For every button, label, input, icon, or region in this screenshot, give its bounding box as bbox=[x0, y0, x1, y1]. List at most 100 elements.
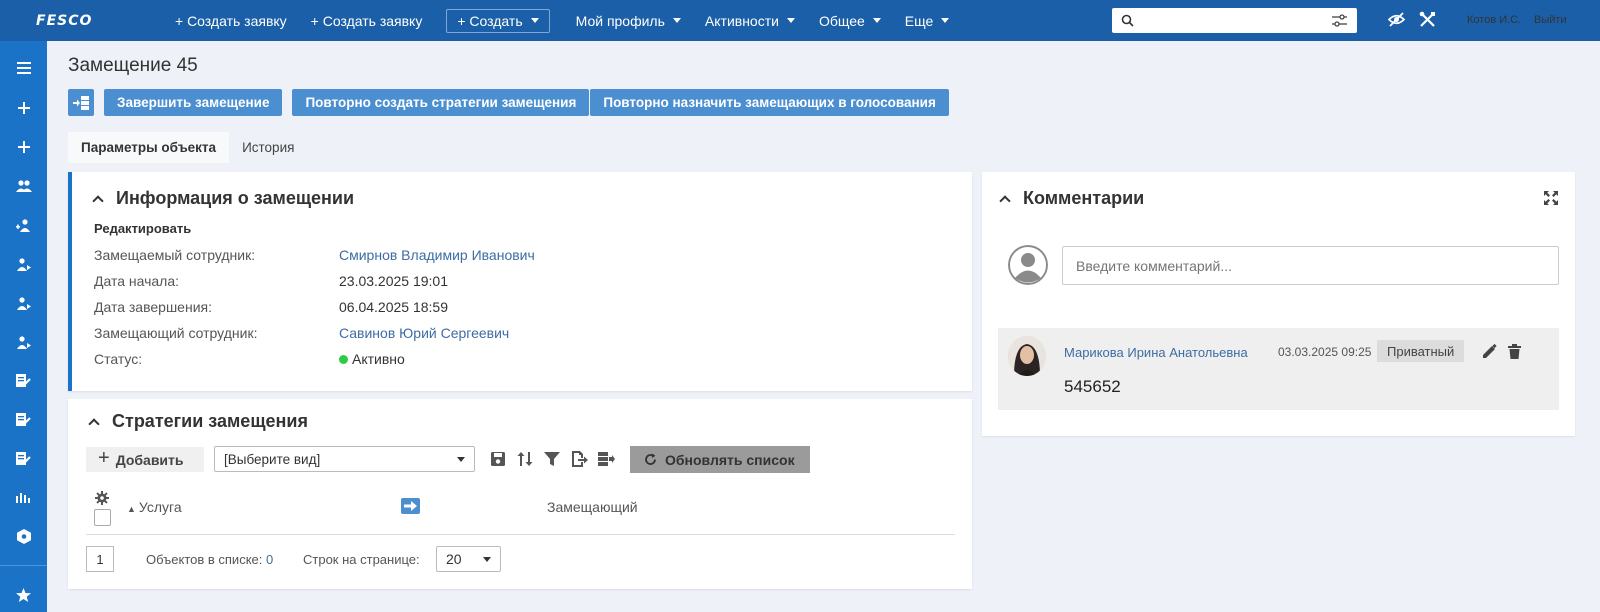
nav-create-request-1[interactable]: + Создать заявку bbox=[110, 0, 299, 41]
nav-my-profile[interactable]: Мой профиль bbox=[564, 0, 693, 41]
status-value: Активно bbox=[339, 351, 405, 367]
chevron-up-icon bbox=[88, 417, 100, 430]
field-value-start-date: 23.03.2025 19:01 bbox=[339, 273, 448, 289]
refresh-list-label: Обновлять список bbox=[665, 451, 795, 468]
objects-count-label: Объектов в списке: bbox=[146, 552, 263, 567]
field-value-replaced-employee[interactable]: Смирнов Владимир Иванович bbox=[339, 247, 535, 263]
finish-substitution-button[interactable]: Завершить замещение bbox=[104, 89, 283, 116]
user-arrow-icon bbox=[16, 257, 31, 271]
sidebar-item-settings[interactable] bbox=[0, 521, 47, 551]
refresh-list-button[interactable]: Обновлять список bbox=[630, 446, 810, 473]
column-header-substitute[interactable]: Замещающий bbox=[547, 499, 638, 515]
nav-more-label: Еще bbox=[904, 12, 934, 29]
status-text: Активно bbox=[352, 351, 405, 367]
plus-icon: + bbox=[98, 447, 110, 469]
recreate-strategies-button[interactable]: Повторно создать стратегии замещения bbox=[292, 89, 590, 116]
rows-per-page-value: 20 bbox=[446, 551, 462, 567]
sidebar-item-add-2[interactable] bbox=[0, 132, 47, 162]
expand-icon[interactable] bbox=[1543, 190, 1559, 206]
plus-icon bbox=[17, 102, 30, 114]
plus-icon bbox=[17, 141, 30, 153]
field-value-substitute-employee[interactable]: Савинов Юрий Сергеевич bbox=[339, 325, 509, 341]
save-icon[interactable] bbox=[489, 450, 507, 468]
tree-structure-icon bbox=[73, 95, 89, 110]
table-divider bbox=[86, 534, 955, 535]
sidebar-item-tasks-1[interactable] bbox=[0, 366, 47, 396]
user-avatar-icon bbox=[1008, 245, 1048, 285]
chevron-up-icon bbox=[999, 194, 1011, 207]
menu-icon bbox=[16, 62, 31, 74]
object-menu-button[interactable] bbox=[68, 89, 94, 116]
comment-text: 545652 bbox=[1064, 377, 1121, 396]
add-strategy-button[interactable]: + Добавить bbox=[86, 447, 204, 472]
field-value-end-date: 06.04.2025 18:59 bbox=[339, 299, 448, 315]
private-badge: Приватный bbox=[1377, 340, 1465, 362]
sidebar-item-tasks-2[interactable] bbox=[0, 405, 47, 435]
sidebar-item-user-arrow-3[interactable] bbox=[0, 327, 47, 357]
sidebar-item-add-1[interactable] bbox=[0, 93, 47, 123]
comment-input[interactable] bbox=[1062, 246, 1559, 285]
comment-author-avatar bbox=[1008, 336, 1046, 376]
sidebar-item-user-arrow-1[interactable] bbox=[0, 249, 47, 279]
strategies-card-header[interactable]: Стратегии замещения bbox=[88, 411, 308, 432]
sidebar-item-reports[interactable] bbox=[0, 482, 47, 512]
nav-activities[interactable]: Активности bbox=[693, 0, 807, 41]
add-strategy-label: Добавить bbox=[115, 451, 184, 468]
search-input[interactable] bbox=[1112, 8, 1357, 33]
edit-document-icon bbox=[16, 374, 31, 387]
top-icons bbox=[1388, 11, 1436, 28]
nav-create-label: + Создать bbox=[457, 12, 523, 29]
comments-card-header[interactable]: Комментарии bbox=[999, 188, 1145, 209]
chevron-down-icon bbox=[483, 557, 491, 562]
sidebar-item-user-arrow-2[interactable] bbox=[0, 288, 47, 318]
sidebar-menu-button[interactable] bbox=[0, 53, 47, 83]
comments-card-title: Комментарии bbox=[1023, 188, 1145, 208]
chevron-down-icon bbox=[786, 18, 795, 23]
sidebar-item-tasks-3[interactable] bbox=[0, 444, 47, 474]
select-all-checkbox[interactable] bbox=[94, 509, 111, 526]
status-dot bbox=[339, 355, 348, 364]
comments-card: Комментарии Марикова Ирина Анатольевна 0… bbox=[982, 172, 1575, 436]
arrow-right-icon bbox=[404, 501, 417, 511]
author-photo bbox=[1008, 336, 1046, 376]
chevron-up-icon bbox=[92, 194, 104, 207]
move-column-button[interactable] bbox=[401, 498, 420, 514]
user-name[interactable]: Котов И.С. bbox=[1467, 14, 1521, 26]
tab-history[interactable]: История bbox=[229, 132, 307, 163]
edit-document-icon bbox=[16, 413, 31, 426]
sidebar-item-users[interactable] bbox=[0, 171, 47, 201]
export-icon[interactable] bbox=[570, 450, 588, 468]
filter-icon[interactable] bbox=[543, 450, 561, 468]
nav-general[interactable]: Общее bbox=[807, 0, 893, 41]
trash-icon[interactable] bbox=[1508, 344, 1521, 359]
comment-author[interactable]: Марикова Ирина Анатольевна bbox=[1064, 345, 1248, 360]
user-arrow-icon bbox=[16, 296, 31, 310]
edit-link[interactable]: Редактировать bbox=[94, 221, 191, 236]
logout-link[interactable]: Выйти bbox=[1534, 14, 1567, 26]
reassign-substitutes-button[interactable]: Повторно назначить замещающих в голосова… bbox=[590, 89, 949, 116]
filter-settings-icon[interactable] bbox=[1332, 14, 1347, 27]
comment-item: Марикова Ирина Анатольевна 03.03.2025 09… bbox=[998, 328, 1559, 410]
columns-settings-icon[interactable] bbox=[597, 450, 615, 468]
pencil-icon[interactable] bbox=[1482, 344, 1497, 359]
tab-object-params[interactable]: Параметры объекта bbox=[68, 132, 230, 163]
sidebar-item-favorites[interactable] bbox=[0, 580, 47, 610]
page-number-input[interactable]: 1 bbox=[86, 546, 114, 572]
gear-icon[interactable] bbox=[95, 491, 109, 505]
hexagon-settings-icon bbox=[16, 528, 31, 544]
nav-create-dropdown[interactable]: + Создать bbox=[446, 8, 550, 33]
view-select[interactable]: [Выберите вид] bbox=[214, 446, 475, 472]
substitution-info-card: Информация о замещении Редактировать Зам… bbox=[68, 172, 972, 391]
nav-create-request-2[interactable]: + Создать заявку bbox=[299, 0, 435, 41]
rows-per-page-select[interactable]: 20 bbox=[436, 546, 501, 572]
fesco-logo[interactable]: FESCO bbox=[0, 13, 110, 29]
column-header-service[interactable]: ▲ Услуга bbox=[127, 499, 182, 515]
sort-icon[interactable] bbox=[516, 450, 534, 468]
chevron-down-icon bbox=[872, 18, 881, 23]
user-arrow-icon bbox=[16, 335, 31, 349]
eye-off-icon[interactable] bbox=[1388, 11, 1405, 28]
tools-icon[interactable] bbox=[1419, 11, 1436, 28]
nav-more[interactable]: Еще bbox=[893, 0, 962, 41]
sidebar-item-user-tree[interactable] bbox=[0, 210, 47, 240]
info-card-header[interactable]: Информация о замещении bbox=[92, 188, 354, 209]
